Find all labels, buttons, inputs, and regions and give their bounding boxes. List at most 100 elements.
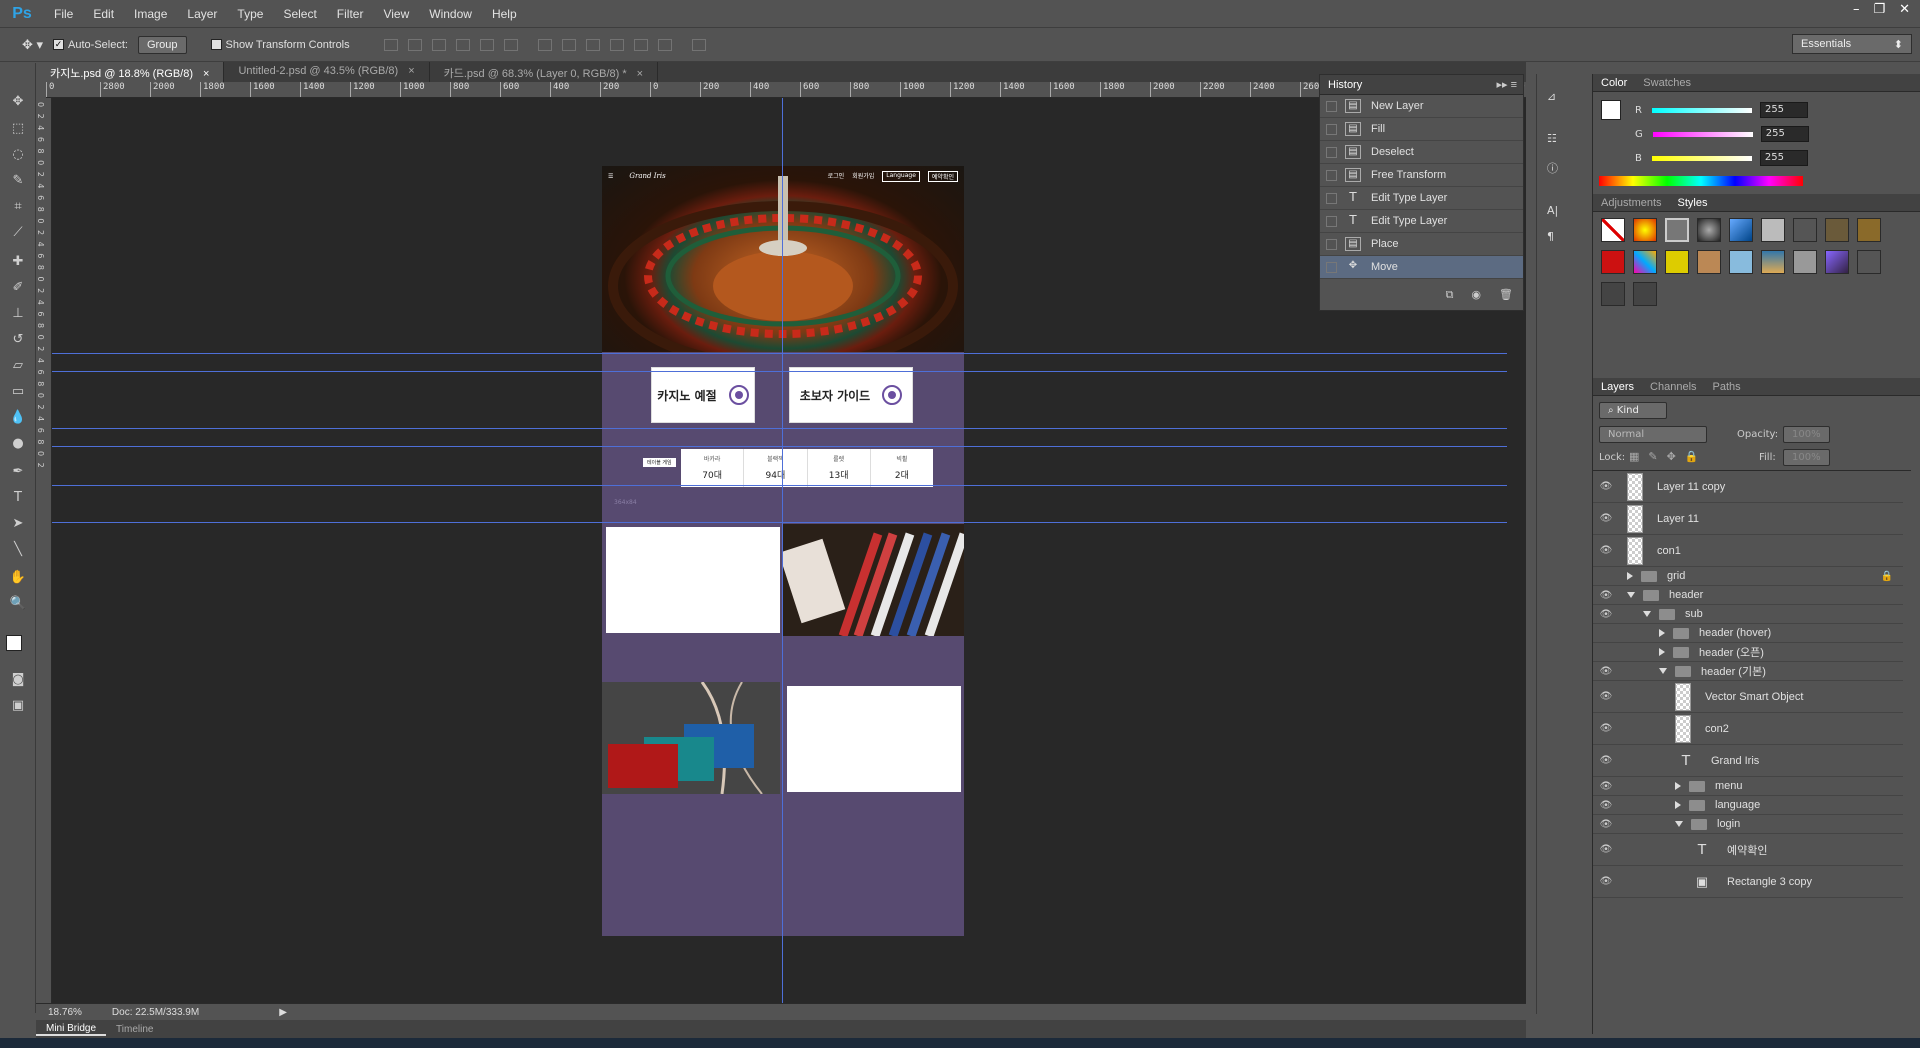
quick-mask-icon[interactable]: ◙ (8, 671, 28, 689)
style-swatch[interactable] (1761, 250, 1785, 274)
layer-row[interactable]: 👁 T Grand Iris (1593, 745, 1903, 777)
visibility-eye-icon[interactable]: 👁 (1593, 876, 1619, 887)
history-item-current[interactable]: ✥ Move (1320, 256, 1523, 279)
hand-tool-icon[interactable]: ✋ (8, 569, 28, 587)
layer-row[interactable]: grid 🔒 (1593, 567, 1903, 586)
tab-paths[interactable]: Paths (1705, 381, 1749, 393)
visibility-eye-icon[interactable]: 👁 (1593, 844, 1619, 855)
zoom-tool-icon[interactable]: 🔍 (8, 595, 28, 613)
gradient-tool-icon[interactable]: ▭ (8, 383, 28, 401)
layer-row[interactable]: 👁 Vector Smart Object (1593, 681, 1903, 713)
history-item[interactable]: T Edit Type Layer (1320, 187, 1523, 210)
panel-menu-icon[interactable]: ▸▸ ≡ (1496, 78, 1523, 91)
history-brush-tool-icon[interactable]: ↺ (8, 331, 28, 349)
style-swatch[interactable] (1761, 218, 1785, 242)
properties-icon[interactable]: ☷ (1547, 132, 1557, 145)
layer-row[interactable]: 👁 T 예약확인 (1593, 834, 1903, 866)
style-swatch[interactable] (1697, 218, 1721, 242)
distribute-hcenter-icon[interactable] (633, 38, 648, 51)
menu-edit[interactable]: Edit (83, 7, 124, 21)
visibility-eye-icon[interactable]: 👁 (1593, 755, 1619, 766)
document-artboard[interactable]: ☰ Grand Iris 로그인 회원가입 Language 예약확인 카지노 … (602, 166, 964, 936)
visibility-eye-icon[interactable]: 👁 (1593, 819, 1619, 830)
style-swatch[interactable] (1729, 250, 1753, 274)
r-value-input[interactable]: 255 (1759, 102, 1808, 118)
tab-timeline[interactable]: Timeline (106, 1024, 163, 1035)
guide-horizontal[interactable] (52, 371, 1507, 372)
distribute-vcenter-icon[interactable] (561, 38, 576, 51)
workspace-switcher[interactable]: Essentials ⬍ (1792, 34, 1912, 54)
layer-row[interactable]: 👁 Layer 11 (1593, 503, 1903, 535)
move-tool-icon[interactable]: ✥ (8, 93, 28, 111)
canvas-area[interactable]: ☰ Grand Iris 로그인 회원가입 Language 예약확인 카지노 … (52, 98, 1526, 1003)
actions-icon[interactable]: ⊿ (1547, 90, 1556, 103)
status-arrow-icon[interactable]: ▶ (279, 1007, 287, 1018)
style-swatch[interactable] (1793, 218, 1817, 242)
menu-image[interactable]: Image (124, 7, 177, 21)
foreground-color-swatch[interactable] (6, 635, 22, 651)
tab-styles[interactable]: Styles (1670, 197, 1716, 209)
marquee-tool-icon[interactable]: ⬚ (8, 120, 28, 138)
b-value-input[interactable]: 255 (1759, 150, 1808, 166)
menu-window[interactable]: Window (419, 7, 482, 21)
style-swatch[interactable] (1729, 218, 1753, 242)
zoom-level[interactable]: 18.76% (48, 1007, 82, 1018)
disclosure-triangle-icon[interactable] (1659, 668, 1667, 674)
close-tab-icon[interactable]: × (203, 68, 209, 80)
beginner-guide-button[interactable]: 초보자 가이드 (789, 367, 913, 423)
quick-select-tool-icon[interactable]: ✎ (8, 172, 28, 190)
tab-color[interactable]: Color (1593, 77, 1635, 89)
disclosure-triangle-icon[interactable] (1627, 572, 1633, 580)
lock-icons[interactable]: ▦✎✥🔒 (1629, 450, 1708, 463)
visibility-eye-icon[interactable]: 👁 (1593, 781, 1619, 792)
distribute-right-icon[interactable] (657, 38, 672, 51)
eyedropper-tool-icon[interactable]: ⟋ (8, 224, 28, 242)
align-top-icon[interactable] (383, 38, 398, 51)
lasso-tool-icon[interactable]: ◌ (8, 146, 28, 164)
g-slider[interactable] (1652, 131, 1753, 137)
tab-document-3[interactable]: 카드.psd @ 68.3% (Layer 0, RGB/8) * × (430, 62, 659, 82)
tab-channels[interactable]: Channels (1642, 381, 1704, 393)
menu-help[interactable]: Help (482, 7, 527, 21)
crop-tool-icon[interactable]: ⌗ (8, 198, 28, 216)
visibility-eye-icon[interactable]: 👁 (1593, 691, 1619, 702)
distribute-top-icon[interactable] (537, 38, 552, 51)
history-item[interactable]: T Edit Type Layer (1320, 210, 1523, 233)
restore-icon[interactable]: ❐ (1873, 2, 1885, 17)
layer-row[interactable]: 👁 con1 (1593, 535, 1903, 567)
disclosure-triangle-icon[interactable] (1675, 801, 1681, 809)
g-value-input[interactable]: 255 (1760, 126, 1809, 142)
visibility-eye-icon[interactable]: 👁 (1593, 609, 1619, 620)
auto-align-icon[interactable] (691, 38, 706, 51)
history-item[interactable]: ▤ New Layer (1320, 95, 1523, 118)
brush-tool-icon[interactable]: ✐ (8, 279, 28, 297)
move-tool-preset-icon[interactable]: ✥ ▾ (22, 37, 43, 53)
history-item[interactable]: ▤ Free Transform (1320, 164, 1523, 187)
dodge-tool-icon[interactable]: ● (8, 435, 28, 453)
guide-horizontal[interactable] (52, 522, 1507, 523)
distribute-bottom-icon[interactable] (585, 38, 600, 51)
trash-icon[interactable]: 🗑 (1499, 288, 1513, 302)
tab-adjustments[interactable]: Adjustments (1593, 197, 1670, 209)
visibility-eye-icon[interactable]: 👁 (1593, 800, 1619, 811)
layer-row[interactable]: 👁 language (1593, 796, 1903, 815)
style-swatch[interactable] (1825, 218, 1849, 242)
disclosure-triangle-icon[interactable] (1675, 821, 1683, 827)
visibility-eye-icon[interactable]: 👁 (1593, 590, 1619, 601)
etiquette-button[interactable]: 카지노 예절 (651, 367, 755, 423)
line-tool-icon[interactable]: ╲ (8, 541, 28, 559)
layer-row[interactable]: 👁 menu (1593, 777, 1903, 796)
menu-select[interactable]: Select (273, 7, 326, 21)
guide-horizontal[interactable] (52, 446, 1507, 447)
guide-vertical[interactable] (782, 98, 783, 1003)
style-swatch[interactable] (1697, 250, 1721, 274)
history-item[interactable]: ▤ Fill (1320, 118, 1523, 141)
fill-input[interactable]: 100% (1783, 449, 1830, 466)
history-item[interactable]: ▤ Place (1320, 233, 1523, 256)
auto-select-dropdown[interactable]: Group (137, 35, 187, 54)
screen-mode-icon[interactable]: ▣ (8, 697, 28, 715)
disclosure-triangle-icon[interactable] (1643, 611, 1651, 617)
style-swatch[interactable] (1825, 250, 1849, 274)
layer-row[interactable]: 👁 login (1593, 815, 1903, 834)
style-swatch[interactable] (1601, 282, 1625, 306)
